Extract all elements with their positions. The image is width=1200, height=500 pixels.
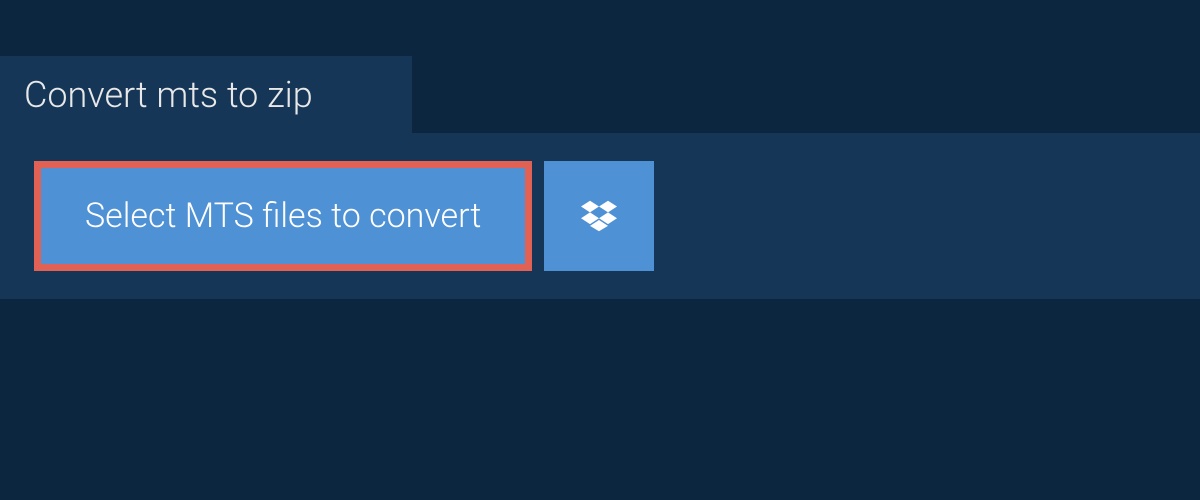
conversion-panel: Select MTS files to convert [0,133,1200,299]
tab-title: Convert mts to zip [24,74,313,116]
dropbox-icon [581,200,617,232]
file-select-group: Select MTS files to convert [34,161,1200,271]
select-files-button[interactable]: Select MTS files to convert [34,161,532,271]
dropbox-button[interactable] [544,161,654,271]
conversion-tab[interactable]: Convert mts to zip [0,56,412,134]
select-files-label: Select MTS files to convert [85,196,481,236]
